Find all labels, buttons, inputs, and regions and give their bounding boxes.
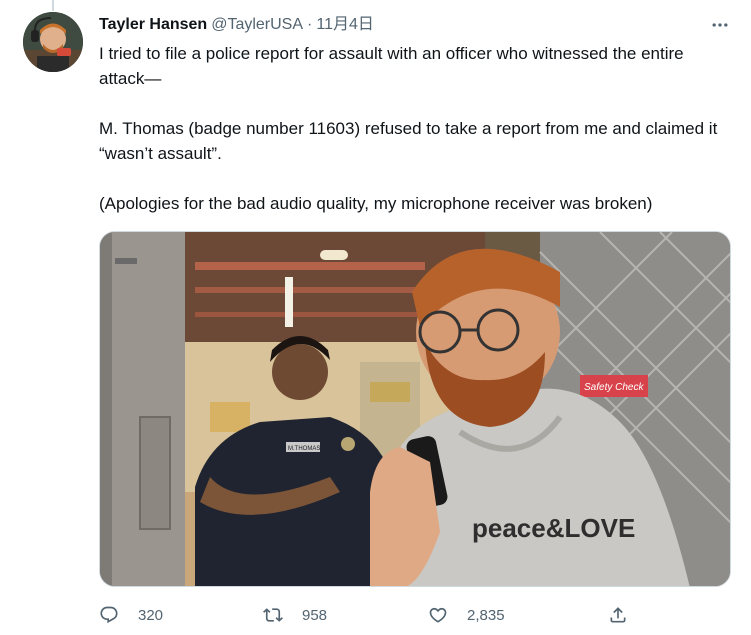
tweet-paragraph: (Apologies for the bad audio quality, my… [99,194,653,213]
user-handle[interactable]: @TaylerUSA [211,14,303,36]
reply-button[interactable]: 320 [99,602,163,628]
avatar-image [23,12,83,72]
tweet-media-video[interactable]: Safety Check M.THOMAS peace&LOVE [99,231,731,587]
display-name[interactable]: Tayler Hansen [99,14,207,36]
more-horizontal-icon [712,23,728,27]
timestamp[interactable]: 11月4日 [316,14,374,36]
tweet-action-bar: 320 958 2,835 [99,602,634,628]
officer-name-tag: M.THOMAS [288,446,320,452]
tweet-paragraph: I tried to file a police report for assa… [99,44,684,88]
tweet-paragraph: M. Thomas (badge number 11603) refused t… [99,119,718,163]
thread-connector-line [52,0,54,11]
retweet-button[interactable]: 958 [263,602,327,628]
like-count: 2,835 [467,606,505,624]
reply-count: 320 [138,606,164,624]
video-thumbnail: Safety Check M.THOMAS peace&LOVE [100,232,730,586]
more-options-button[interactable] [706,14,734,36]
sign-text: Safety Check [584,382,644,393]
share-icon [610,607,626,623]
share-button[interactable] [608,602,628,628]
like-button[interactable]: 2,835 [428,602,505,628]
separator-dot: · [307,16,313,33]
retweet-count: 958 [302,606,328,624]
heart-icon [429,607,447,623]
hoodie-print: peace&LOVE [472,513,635,543]
reply-icon [100,606,118,624]
avatar[interactable] [23,12,83,72]
retweet-icon [263,608,283,622]
tweet-header: Tayler Hansen @TaylerUSA · 11月4日 [99,14,374,36]
tweet-text: I tried to file a police report for assa… [99,41,724,216]
